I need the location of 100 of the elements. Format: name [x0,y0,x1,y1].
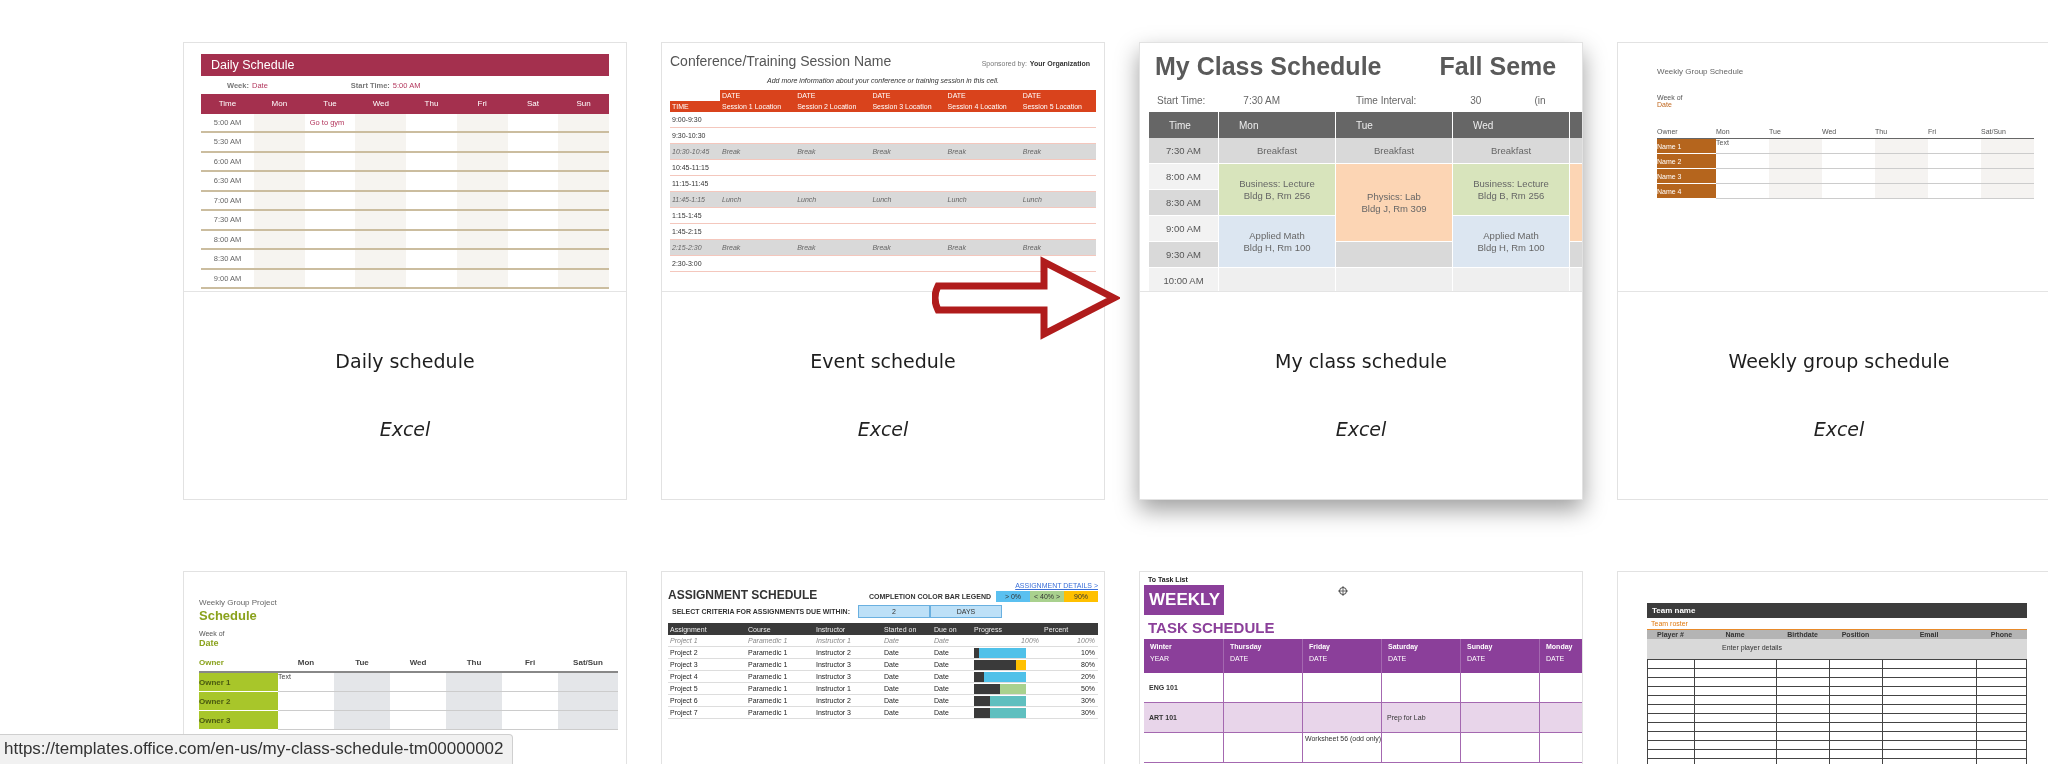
template-title: My class schedule [1274,350,1448,372]
table-cell [254,133,305,153]
time-label: 8:30 AM [1149,190,1218,216]
interval-value: 30 [1470,95,1482,106]
sheet-title: Conference/Training Session Name [670,53,892,69]
table-cell [355,211,407,231]
owner-cell: Owner 3 [199,711,278,730]
table-cell [254,113,305,133]
term-title: Fall Seme [1439,52,1557,81]
table-cell [1875,184,1928,199]
table-cell [446,673,502,692]
sheet-badge: WEEKLY [1144,585,1224,615]
table-cell [446,692,502,711]
table-cell [558,211,609,231]
column-header: Wed [390,654,446,673]
column-header: Thu [406,94,457,114]
table-cell [456,211,508,231]
table-cell [355,133,407,153]
column-header: Sat [507,94,559,114]
column-header: Fri [456,94,508,114]
table-cell [1769,139,1822,154]
column-header: Wed [355,94,407,114]
sheet-title: Team name [1647,603,2027,618]
table-cell [1981,184,2034,199]
status-url: https://templates.office.com/en-us/my-class-schedule-tm00000002 [0,734,513,764]
table-cell [334,673,390,692]
table-cell [254,152,305,172]
class-block: Physics: Lab Bldg J, Rm 309 [1336,164,1452,242]
table-cell [558,172,609,192]
class-block: Business: Lecture Bldg B, Rm 256 [1219,164,1335,216]
table-cell [558,673,618,692]
sheet-heading: Schedule [199,608,258,623]
sheet-title: TASK SCHEDULE [1148,619,1276,636]
crosshair-icon [1338,586,1348,596]
table-cell [254,172,305,192]
table-cell [1875,154,1928,169]
class-block: Applied Math Bldg H, Rm 100 [1219,216,1335,268]
app-label: Excel [1334,418,1388,440]
column-header: Tue [304,94,356,114]
class-block: Breakfast [1453,138,1569,164]
week-value: Date [199,638,220,648]
sheet-title: My Class Schedule [1155,52,1382,81]
table-cell [1769,169,1822,184]
table-cell [1540,703,1582,733]
table-cell [1981,139,2034,154]
table-cell [254,250,305,270]
table-cell [1981,169,2034,184]
column-header: Wed [1453,112,1569,138]
column-header: Fri [502,654,558,673]
unit-label: (in [1534,95,1546,106]
table-cell [1769,184,1822,199]
time-label: 9:00 AM [1149,216,1218,242]
class-block: Applied Math Bldg H, Rm 100 [1453,216,1569,268]
interval-label: Time Interval: [1356,95,1417,106]
template-title: Daily schedule [334,350,476,372]
time-label: 8:00 AM [1149,164,1218,190]
column-header: Time [1149,112,1218,138]
table-cell [1981,154,2034,169]
column-header: Mon [254,94,305,114]
table-cell [355,250,407,270]
column-header: Time [201,94,254,114]
table-cell [558,692,618,711]
table-cell [558,133,609,153]
app-label: Excel [1812,418,1866,440]
start-label: Start Time: [1157,95,1206,106]
class-block: Breakfast [1219,138,1335,164]
table-cell [446,711,502,730]
template-card[interactable] [1139,42,1583,500]
column-header: Mon [1219,112,1335,138]
table-cell [334,692,390,711]
column-header: Mon [278,654,334,673]
time-label: 9:30 AM [1149,242,1218,268]
app-label: Excel [378,418,432,440]
owner-cell: Owner 2 [199,692,278,711]
owner-cell: Owner 1 [199,673,278,692]
table-cell [456,133,508,153]
class-block: Business: Lecture Bldg B, Rm 256 [1453,164,1569,216]
app-label: Excel [856,418,910,440]
sheet-title: Daily Schedule [201,54,609,76]
class-block: Breakfast [1336,138,1452,164]
table-cell [456,250,508,270]
template-title: Event schedule [809,350,957,372]
template-title: Weekly group schedule [1727,350,1951,372]
table-cell [254,269,305,289]
table-cell [558,250,609,270]
start-value: 7:30 AM [1243,95,1281,106]
table-cell [254,191,305,211]
table-cell [334,711,390,730]
time-label: 10:00 AM [1149,268,1218,291]
table-cell [1769,154,1822,169]
column-header: Sun [558,94,609,114]
table-cell [1875,139,1928,154]
table-cell [558,711,618,730]
column-header: Tue [1336,112,1452,138]
table-cell [1875,169,1928,184]
table-cell [355,172,407,192]
table-cell [456,172,508,192]
sheet-title: Weekly Group Schedule [1657,67,1745,76]
table-cell [254,211,305,231]
time-label: 7:30 AM [1149,138,1218,164]
